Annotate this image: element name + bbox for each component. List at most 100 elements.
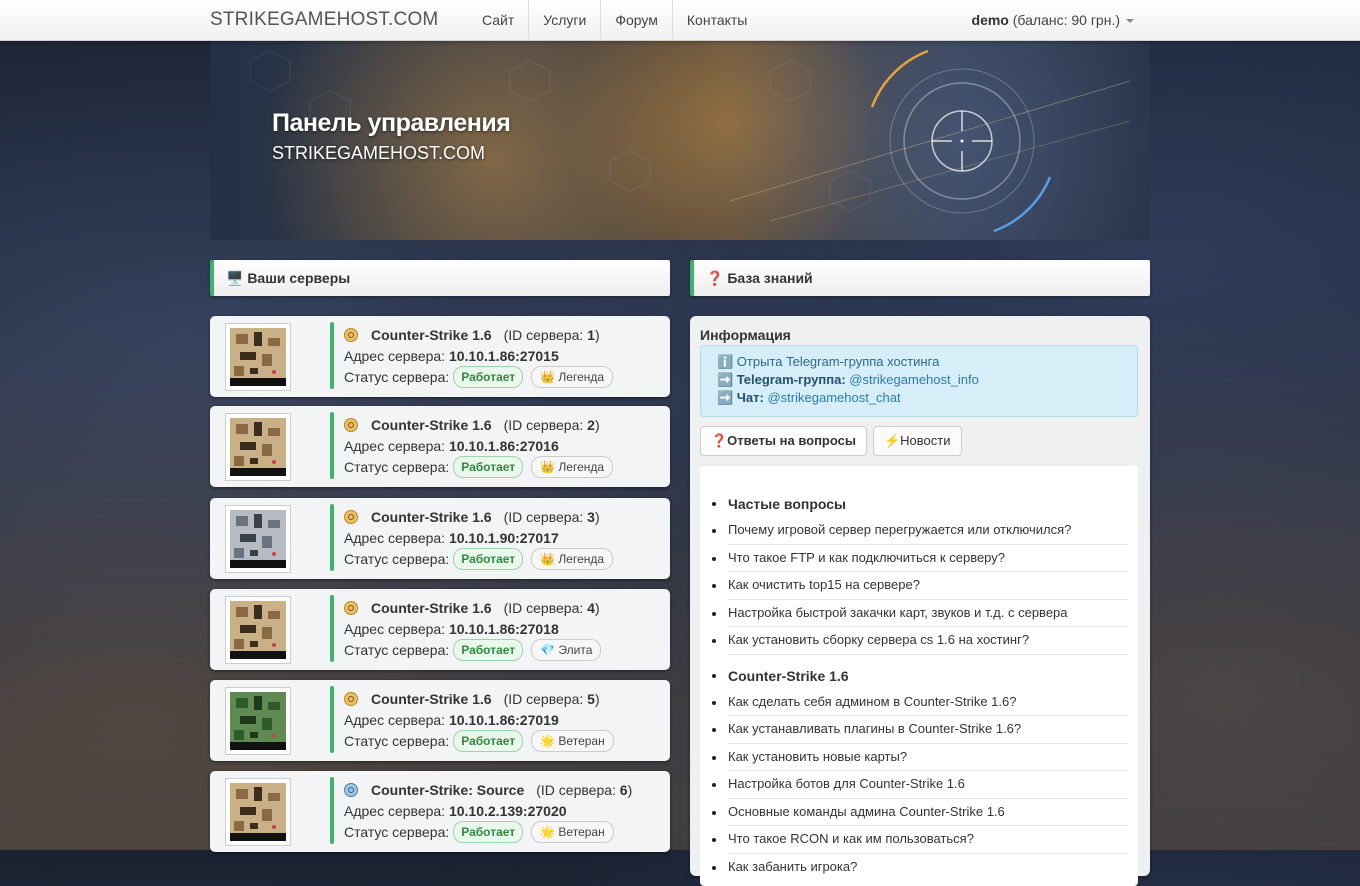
server-address: 10.10.1.86:27015	[448, 348, 559, 364]
tier-badge: 🌟 Ветеран	[531, 821, 614, 843]
server-card[interactable]: Counter-Strike 1.6 (ID сервера: 3) Адрес…	[210, 498, 670, 579]
status-label: Статус сервера:	[344, 551, 450, 567]
kb-article-link[interactable]: Как устанавливать плагины в Counter-Stri…	[712, 716, 1128, 744]
kb-article-list: Частые вопросы Почему игровой сервер пере…	[700, 466, 1138, 886]
status-badge: Работает	[453, 821, 524, 843]
status-accent-bar	[330, 686, 334, 753]
status-label: Статус сервера:	[344, 459, 450, 475]
status-label: Статус сервера:	[344, 733, 450, 749]
header-banner: Панель управления STRIKEGAMEHOST.COM	[210, 41, 1150, 240]
server-card[interactable]: Counter-Strike: Source (ID сервера: 6) А…	[210, 771, 670, 852]
kb-article-link[interactable]: Основные команды админа Counter-Strike 1…	[712, 799, 1128, 826]
crosshair-graphic	[249, 49, 1131, 233]
game-name[interactable]: Counter-Strike 1.6	[371, 597, 492, 619]
status-label: Статус сервера:	[344, 642, 450, 658]
server-info: Counter-Strike 1.6 (ID сервера: 1) Адрес…	[344, 324, 614, 388]
caret-down-icon	[1126, 19, 1134, 24]
cs-icon	[344, 510, 358, 524]
info-line-telegram: ℹ️ Отрыта Telegram-группа хостинга	[717, 354, 940, 369]
server-info: Counter-Strike 1.6 (ID сервера: 3) Адрес…	[344, 506, 614, 570]
page-title: Панель управления	[272, 109, 511, 137]
server-card[interactable]: Counter-Strike 1.6 (ID сервера: 4) Адрес…	[210, 589, 670, 670]
status-accent-bar	[330, 595, 334, 662]
kb-article-link[interactable]: Что такое FTP и как подключиться к серве…	[712, 545, 1128, 572]
chat-label: ➡️ Чат:	[717, 390, 764, 405]
address-label: Адрес сервера:	[344, 348, 446, 364]
server-info: Counter-Strike: Source (ID сервера: 6) А…	[344, 779, 632, 843]
game-name[interactable]: Counter-Strike 1.6	[371, 506, 492, 528]
status-badge: Работает	[453, 730, 524, 752]
kb-section-title: Counter-Strike 1.6	[712, 663, 1128, 689]
page-subtitle: STRIKEGAMEHOST.COM	[272, 143, 486, 163]
game-name[interactable]: Counter-Strike: Source	[371, 779, 524, 801]
nav-link-forum[interactable]: Форум	[601, 0, 673, 40]
tab-news[interactable]: ⚡Новости	[872, 426, 962, 456]
tab-faq[interactable]: ❓Ответы на вопросы	[700, 426, 867, 456]
server-id: (ID сервера: 3)	[503, 509, 600, 525]
cs-icon	[344, 418, 358, 432]
status-accent-bar	[330, 777, 334, 844]
status-badge: Работает	[453, 639, 524, 661]
kb-article-link[interactable]: Настройка ботов для Counter-Strike 1.6	[712, 771, 1128, 799]
map-thumbnail	[226, 688, 290, 754]
game-name[interactable]: Counter-Strike 1.6	[371, 324, 492, 346]
knowledge-base-heading: ❓ База знаний	[690, 260, 1150, 296]
status-accent-bar	[330, 322, 334, 389]
username: demo	[971, 12, 1009, 28]
status-badge: Работает	[453, 548, 524, 570]
nav-link-site[interactable]: Сайт	[468, 0, 530, 40]
server-card[interactable]: Counter-Strike 1.6 (ID сервера: 5) Адрес…	[210, 680, 670, 761]
server-address: 10.10.2.139:27020	[448, 803, 567, 819]
top-navbar: STRIKEGAMEHOST.COM Сайт Услуги Форум Кон…	[0, 0, 1360, 41]
brand-logo[interactable]: STRIKEGAMEHOST.COM	[210, 9, 438, 31]
cs-icon	[344, 601, 358, 615]
status-accent-bar	[330, 412, 334, 479]
server-card[interactable]: Counter-Strike 1.6 (ID сервера: 2) Адрес…	[210, 406, 670, 487]
kb-article-link[interactable]: Как очистить top15 на сервере?	[712, 572, 1128, 600]
servers-heading: 🖥️ Ваши серверы	[210, 260, 670, 296]
user-menu-dropdown[interactable]: demo (баланс: 90 грн.)	[972, 12, 1134, 28]
server-id: (ID сервера: 6)	[536, 782, 633, 798]
server-id: (ID сервера: 5)	[503, 691, 600, 707]
status-label: Статус сервера:	[344, 824, 450, 840]
game-name[interactable]: Counter-Strike 1.6	[371, 688, 492, 710]
game-name[interactable]: Counter-Strike 1.6	[371, 414, 492, 436]
server-address: 10.10.1.86:27018	[448, 621, 559, 637]
cs-icon	[344, 692, 358, 706]
address-label: Адрес сервера:	[344, 438, 446, 454]
css-icon	[344, 783, 358, 797]
tier-badge: 💎 Элита	[531, 639, 602, 661]
kb-article-link[interactable]: Что такое RCON и как им пользоваться?	[712, 826, 1128, 854]
server-id: (ID сервера: 4)	[503, 600, 600, 616]
server-address: 10.10.1.86:27019	[448, 712, 559, 728]
kb-article-link[interactable]: Почему игровой сервер перегружается или …	[712, 517, 1128, 545]
status-label: Статус сервера:	[344, 369, 450, 385]
status-badge: Работает	[453, 366, 524, 388]
tier-badge: 👑 Легенда	[531, 456, 614, 478]
address-label: Адрес сервера:	[344, 621, 446, 637]
nav-link-contacts[interactable]: Контакты	[673, 0, 761, 40]
map-thumbnail	[226, 414, 290, 480]
kb-article-link[interactable]: Как забанить игрока?	[712, 854, 1128, 881]
tier-badge: 🌟 Ветеран	[531, 730, 614, 752]
server-info: Counter-Strike 1.6 (ID сервера: 4) Адрес…	[344, 597, 602, 661]
nav-link-services[interactable]: Услуги	[529, 0, 602, 40]
tier-badge: 👑 Легенда	[531, 366, 614, 388]
chat-link[interactable]: @strikegamehost_chat	[767, 390, 900, 405]
server-info: Counter-Strike 1.6 (ID сервера: 5) Адрес…	[344, 688, 614, 752]
cs-icon	[344, 328, 358, 342]
kb-article-link[interactable]: Как установить новые карты?	[712, 744, 1128, 771]
kb-tabs: ❓Ответы на вопросы ⚡Новости	[700, 426, 968, 456]
info-title: Информация	[700, 327, 791, 343]
kb-article-link[interactable]: Как сделать себя админом в Counter-Strik…	[712, 689, 1128, 716]
address-label: Адрес сервера:	[344, 803, 446, 819]
server-address: 10.10.1.86:27016	[448, 438, 559, 454]
server-card[interactable]: Counter-Strike 1.6 (ID сервера: 1) Адрес…	[210, 316, 670, 397]
map-thumbnail	[226, 506, 290, 572]
kb-section-title: Частые вопросы	[712, 491, 1128, 517]
telegram-group-link[interactable]: @strikegamehost_info	[849, 372, 979, 387]
kb-article-link[interactable]: Настройка быстрой закачки карт, звуков и…	[712, 600, 1128, 627]
status-badge: Работает	[453, 456, 524, 478]
server-info: Counter-Strike 1.6 (ID сервера: 2) Адрес…	[344, 414, 614, 478]
kb-article-link[interactable]: Как установить сборку сервера cs 1.6 на …	[712, 627, 1128, 655]
